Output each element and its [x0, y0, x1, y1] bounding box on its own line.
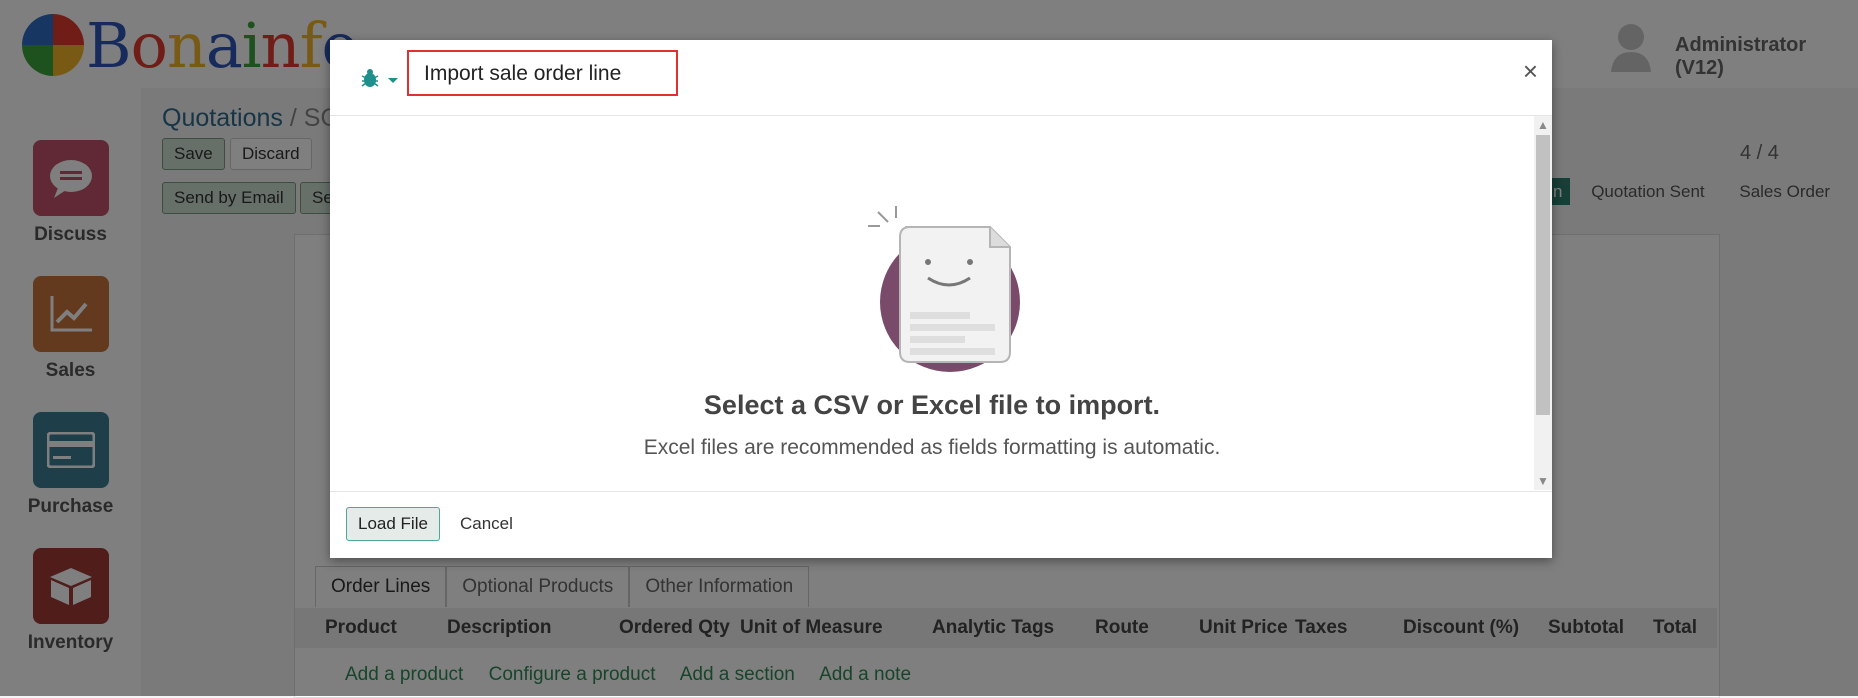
scroll-down-arrow-icon[interactable]: ▼ [1534, 474, 1552, 488]
scroll-thumb[interactable] [1536, 135, 1550, 415]
close-icon[interactable]: × [1523, 56, 1538, 87]
dialog-footer: Load File Cancel [330, 491, 1552, 559]
import-dialog: Import sale order line × Select a CSV or… [330, 40, 1552, 558]
dialog-title: Import sale order line [407, 50, 678, 96]
smiling-document-icon [868, 206, 1020, 372]
empty-state-subtitle: Excel files are recommended as fields fo… [643, 436, 1221, 459]
load-file-button[interactable]: Load File [346, 507, 440, 541]
dialog-scrollbar[interactable]: ▲ ▼ [1534, 116, 1552, 490]
cancel-button[interactable]: Cancel [460, 514, 513, 534]
debug-bug-icon[interactable] [360, 68, 400, 90]
dialog-body: Select a CSV or Excel file to import. Ex… [330, 116, 1534, 490]
dialog-header: Import sale order line × [330, 40, 1552, 116]
empty-state-title: Select a CSV or Excel file to import. [703, 390, 1161, 420]
scroll-up-arrow-icon[interactable]: ▲ [1534, 118, 1552, 132]
